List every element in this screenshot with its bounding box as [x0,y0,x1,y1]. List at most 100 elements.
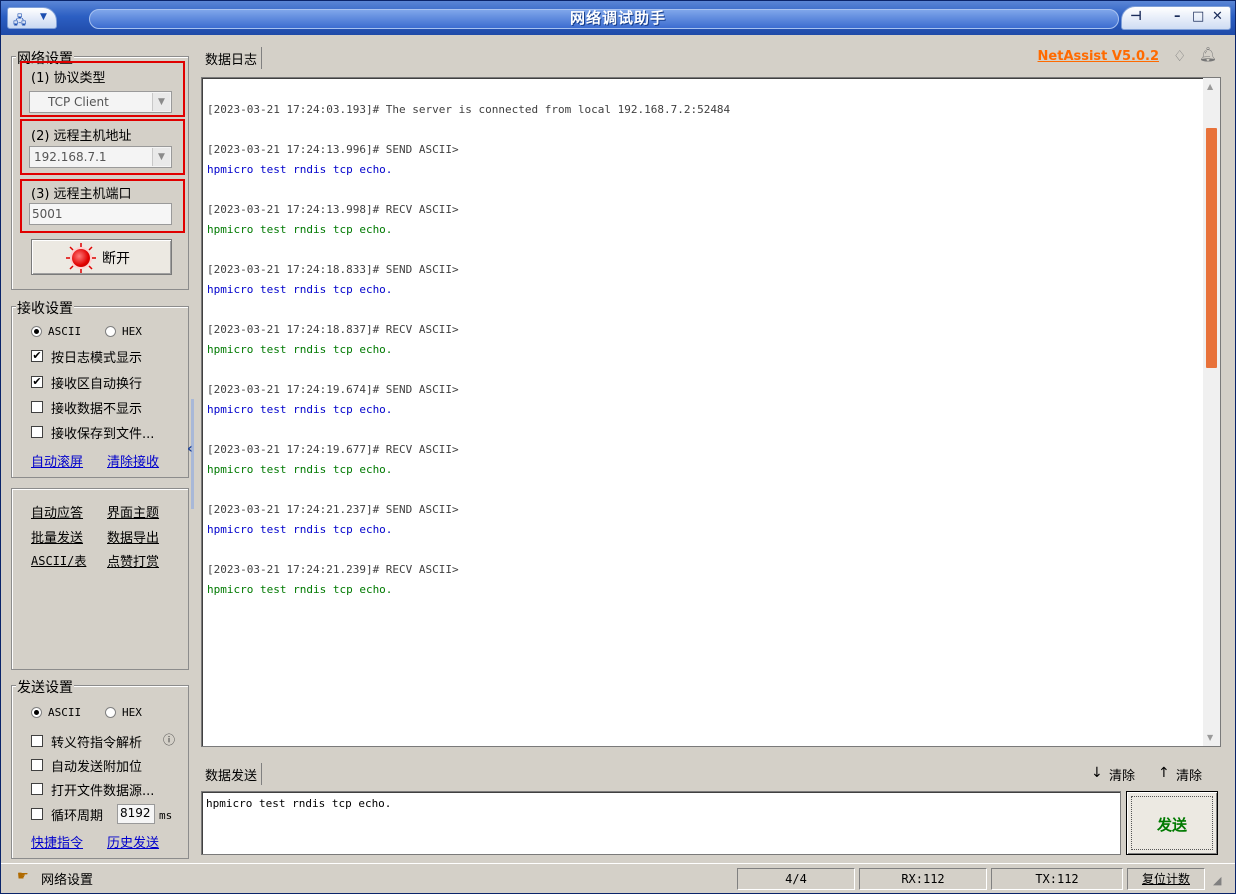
log-entry: [2023-03-21 17:24:18.833]# SEND ASCII> hp… [207,260,730,300]
log-entry: [2023-03-21 17:24:21.239]# RECV ASCII> hp… [207,560,730,600]
clear-down-icon[interactable]: ↓ [1091,765,1103,781]
log-entry-payload: hpmicro test rndis tcp echo. [207,583,393,596]
theme-link[interactable]: 界面主题 [107,502,159,521]
log-entry-payload: hpmicro test rndis tcp echo. [207,463,393,476]
hide-data-label: 接收数据不显示 [51,402,143,417]
scrollbar-thumb[interactable] [1206,128,1217,368]
chevron-down-icon[interactable]: ▼ [152,93,170,111]
ascii-table-link[interactable]: ASCII/表 [31,552,86,569]
log-entry-header: [2023-03-21 17:24:21.237]# SEND ASCII> [207,503,459,516]
scroll-down-icon[interactable]: ▼ [1207,733,1213,742]
send-history-link[interactable]: 历史发送 [107,832,159,851]
log-scrollbar[interactable]: ▲ ▼ [1203,78,1220,746]
host-value: 192.168.7.1 [34,150,107,164]
bell-icon[interactable]: 🔔︎ [1199,47,1217,63]
cycle-checkbox[interactable] [31,808,43,820]
log-entry: [2023-03-21 17:24:18.837]# RECV ASCII> hp… [207,320,730,360]
panel-splitter[interactable]: ‹ [187,399,197,509]
log-entry-header: [2023-03-21 17:24:21.239]# RECV ASCII> [207,563,459,576]
log-entry: [2023-03-21 17:24:13.996]# SEND ASCII> hp… [207,140,730,180]
clear-button-1[interactable]: 清除 [1109,765,1135,784]
clear-up-icon[interactable]: ↑ [1158,765,1170,781]
pin-icon[interactable]: ⊣ [1130,9,1142,24]
send-button-label: 发送 [1156,816,1187,834]
recv-ascii-radio[interactable] [31,326,42,337]
send-button[interactable]: 发送 [1126,791,1218,855]
resize-grip-icon[interactable]: ◢ [1213,874,1221,887]
message-count: 4/4 [737,868,855,890]
cycle-unit: ms [159,809,173,822]
auto-scroll-link[interactable]: 自动滚屏 [31,451,83,470]
version-link[interactable]: NetAssist V5.0.2 [1038,49,1159,64]
receive-settings-title: 接收设置 [16,298,74,318]
auto-wrap-checkbox[interactable]: ✔ [31,376,43,388]
log-mode-checkbox[interactable]: ✔ [31,350,43,362]
batch-send-link[interactable]: 批量发送 [31,527,83,546]
protocol-value: TCP Client [48,95,109,109]
save-to-file-checkbox[interactable] [31,426,43,438]
rx-counter: RX:112 [859,868,987,890]
log-entry: [2023-03-21 17:24:13.998]# RECV ASCII> hp… [207,200,730,240]
send-hex-radio[interactable] [105,707,116,718]
send-input[interactable]: hpmicro test rndis tcp echo. [201,791,1121,855]
data-log-panel[interactable]: [2023-03-21 17:24:03.193]# The server is… [201,77,1221,747]
close-button[interactable]: ✕ [1212,9,1223,24]
auto-reply-link[interactable]: 自动应答 [31,502,83,521]
save-to-file-label: 接收保存到文件... [51,427,155,442]
log-entry-header: [2023-03-21 17:24:03.193]# The server is… [207,103,731,116]
append-bits-checkbox[interactable] [31,759,43,771]
export-data-link[interactable]: 数据导出 [107,527,159,546]
cycle-label: 循环周期 [51,809,104,824]
log-entry: [2023-03-21 17:24:19.674]# SEND ASCII> hp… [207,380,730,420]
log-entry-header: [2023-03-21 17:24:19.677]# RECV ASCII> [207,443,459,456]
cycle-period-input[interactable]: 8192 [117,804,155,824]
clear-button-2[interactable]: 清除 [1176,765,1202,784]
diamond-icon[interactable]: ♢ [1173,47,1186,65]
collapse-left-icon[interactable]: ‹ [187,441,193,457]
tab-data-log[interactable]: 数据日志 [201,47,263,69]
recv-ascii-label: ASCII [48,325,82,338]
recv-hex-label: HEX [122,325,142,338]
chevron-down-icon[interactable]: ▼ [152,148,170,166]
window-title: 网络调试助手 [569,9,666,27]
host-select[interactable]: 192.168.7.1 ▼ [29,146,172,168]
protocol-label: (1) 协议类型 [31,71,106,86]
escape-parse-checkbox[interactable] [31,735,43,747]
log-entries: [2023-03-21 17:24:03.193]# The server is… [207,100,730,600]
log-entry-header: [2023-03-21 17:24:13.996]# SEND ASCII> [207,143,459,156]
scroll-up-icon[interactable]: ▲ [1207,82,1213,91]
hide-data-checkbox[interactable] [31,401,43,413]
hand-pointer-icon: ☛ [17,869,29,884]
send-ascii-radio[interactable] [31,707,42,718]
log-entry-header: [2023-03-21 17:24:18.833]# SEND ASCII> [207,263,459,276]
log-entry-header: [2023-03-21 17:24:18.837]# RECV ASCII> [207,323,459,336]
status-bar: ☛ 网络设置 4/4 RX:112 TX:112 复位计数 ◢ [1,863,1235,893]
host-label: (2) 远程主机地址 [31,129,132,144]
append-bits-label: 自动发送附加位 [51,760,143,775]
info-icon[interactable]: ⓘ [163,731,175,748]
log-entry-payload: hpmicro test rndis tcp echo. [207,403,393,416]
auto-wrap-label: 接收区自动换行 [51,377,143,392]
tab-data-send[interactable]: 数据发送 [201,763,263,785]
send-ascii-label: ASCII [48,706,82,719]
log-entry: [2023-03-21 17:24:03.193]# The server is… [207,100,730,120]
log-mode-label: 按日志模式显示 [51,351,143,366]
log-entry-header: [2023-03-21 17:24:13.998]# RECV ASCII> [207,203,459,216]
log-entry-payload: hpmicro test rndis tcp echo. [207,163,393,176]
protocol-select[interactable]: TCP Client ▼ [29,91,172,113]
file-source-checkbox[interactable] [31,783,43,795]
maximize-button[interactable]: □ [1192,9,1204,24]
app-window: 🖧 ▼ 网络调试助手 ⊣ – □ ✕ 网络设置 (1) 协议类型 TCP Cli… [0,0,1236,894]
clear-receive-link[interactable]: 清除接收 [107,451,159,470]
recv-hex-radio[interactable] [105,326,116,337]
reset-count-button[interactable]: 复位计数 [1127,868,1205,890]
send-hex-label: HEX [122,706,142,719]
disconnect-button[interactable]: 断开 [31,239,172,275]
minimize-button[interactable]: – [1174,9,1181,24]
shortcut-commands-link[interactable]: 快捷指令 [31,832,83,851]
log-entry-payload: hpmicro test rndis tcp echo. [207,343,393,356]
donate-link[interactable]: 点赞打赏 [107,551,159,570]
port-input[interactable]: 5001 [29,203,172,225]
status-text: 网络设置 [41,873,94,888]
send-settings-title: 发送设置 [16,677,74,697]
